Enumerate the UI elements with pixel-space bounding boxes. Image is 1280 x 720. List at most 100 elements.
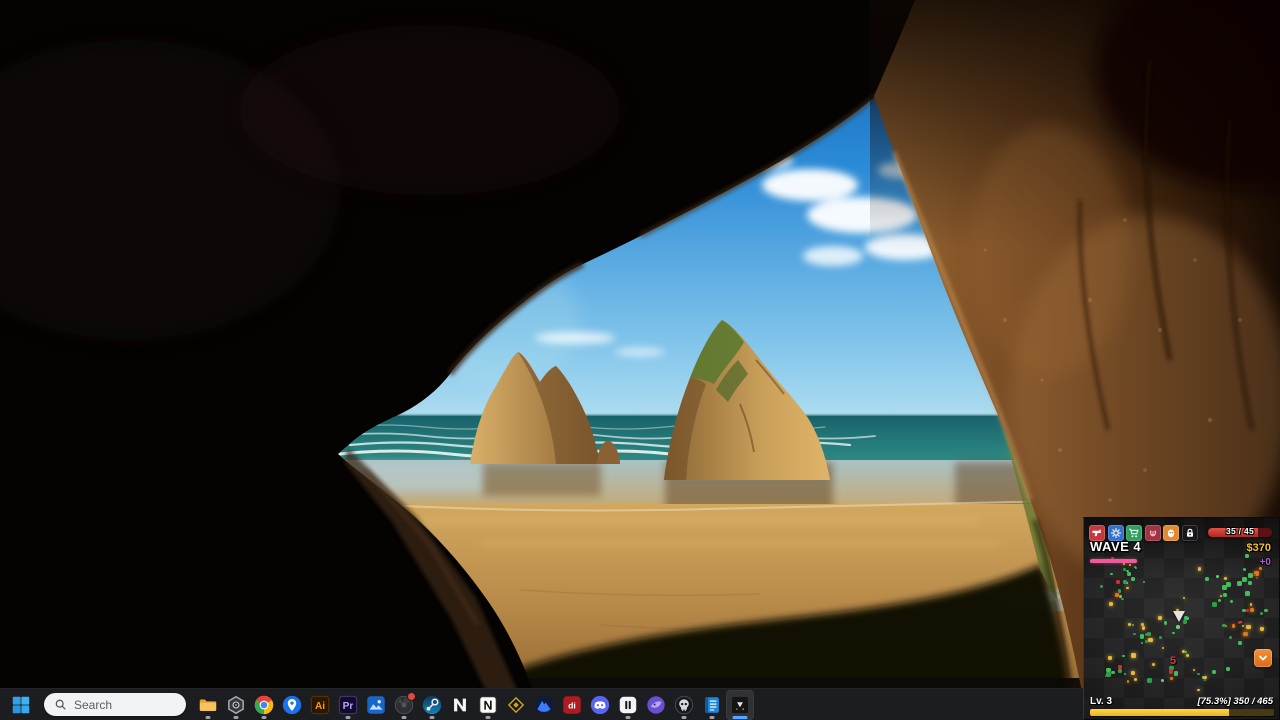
discord-icon [589,694,611,716]
running-indicator [346,716,351,719]
minimap-dot [1148,638,1153,643]
minimap-dot [1204,676,1207,679]
minimap-dot [1223,593,1227,597]
minimap-dot [1186,654,1188,656]
running-indicator [206,716,211,719]
health-value: 35 / 45 [1208,526,1272,536]
minimap-dot [1222,585,1227,590]
minimap-dot [1123,580,1128,585]
photos-app-icon [365,694,387,716]
taskbar-icon-google-maps[interactable] [278,690,306,720]
minimap-dot [1224,625,1227,628]
taskbar-icon-nordvpn[interactable] [530,690,558,720]
svg-text:Pr: Pr [343,701,354,712]
taskbar-icon-steam[interactable] [418,690,446,720]
minimap-dot [1133,633,1135,635]
taskbar-icon-premiere-pro[interactable]: Pr [334,690,362,720]
n-logo-app-icon [449,694,471,716]
minimap-dot [1197,673,1200,676]
xp-fill [1090,709,1229,716]
minimap-dot [1226,582,1231,587]
minimap-dot [1118,589,1122,593]
xp-value: [75.3%] 350 / 465 [1197,696,1273,707]
minimap-dot [1147,678,1152,683]
minimap-dot [1216,575,1219,578]
minimap-dot [1127,572,1131,576]
chevron-down-icon [1257,652,1269,664]
minimap-dot [1141,623,1144,626]
minimap-dot [1244,632,1248,636]
taskbar-icon-elevenlabs[interactable] [614,690,642,720]
start-button[interactable] [6,690,36,720]
minimap-dot [1260,627,1265,632]
minimap-dot [1131,577,1135,581]
minimap-dot [1106,668,1111,673]
svg-text:di: di [568,700,576,710]
minimap-dot [1132,624,1134,626]
minimap-dot [1253,574,1255,576]
minimap-dot [1250,603,1253,606]
minimap-dot [1170,677,1173,680]
game-overlay-window[interactable]: 35 / 45 WAVE 4 $370 +0 5 Lv. 3 [75.3%] 3… [1083,517,1280,720]
taskbar-icon-file-explorer[interactable] [194,690,222,720]
minimap-dot [1256,577,1258,579]
damage-number: 5 [1170,655,1176,667]
minimap-dot [1237,581,1242,586]
minimap-dot [1152,663,1155,666]
minimap-dot [1229,636,1232,639]
minimap-dot [1126,570,1129,573]
minimap-dot [1158,616,1162,620]
running-indicator [430,716,435,719]
running-indicator [710,716,715,719]
minimap-dot [1186,617,1188,619]
svg-text:Ai: Ai [315,701,325,712]
taskbar-icon-hexagon-app[interactable] [222,690,250,720]
minimap-dot [1243,632,1247,636]
taskbar-icon-red-di-app[interactable]: di [558,690,586,720]
google-maps-icon [281,694,303,716]
minimap-dot [1205,577,1209,581]
minimap-dot [1250,608,1254,612]
minimap-dot [1121,598,1124,601]
minimap-dot [1193,669,1196,672]
minimap-dot [1118,669,1122,673]
collapse-button[interactable] [1254,649,1272,667]
minimap-dot [1106,672,1111,677]
minimap-dot [1135,567,1138,570]
minimap-dot [1109,602,1114,607]
running-indicator [262,716,267,719]
minimap-dot [1159,636,1162,639]
minimap-dot [1124,673,1126,675]
taskbar-icon-notion[interactable] [474,690,502,720]
taskbar-icon-skull-game[interactable] [670,690,698,720]
minimap-dot [1240,621,1243,624]
taskbar-icon-n-logo-app[interactable] [446,690,474,720]
taskbar-icon-chrome[interactable] [250,690,278,720]
minimap-dot [1134,678,1138,682]
minimap-dot [1245,554,1249,558]
minimap-dot [1111,671,1115,675]
taskbar-icon-illustrator[interactable]: Ai [306,690,334,720]
minimap-dot [1245,591,1249,595]
minimap-dot [1143,581,1145,583]
minimap-dot [1131,653,1136,658]
minimap-dot [1122,655,1125,658]
notification-badge [407,692,416,701]
taskbar-icon-purple-app[interactable] [642,690,670,720]
illustrator-icon: Ai [309,694,331,716]
minimap-dot [1161,679,1164,682]
minimap-dot [1220,595,1222,597]
taskbar-icon-media-app[interactable] [390,690,418,720]
search-input[interactable]: Search [44,693,186,716]
minimap-dot [1169,669,1173,673]
minimap-dot [1128,623,1131,626]
skull-game-icon [673,694,695,716]
taskbar-icon-photos-app[interactable] [362,690,390,720]
diamond-app-icon [505,694,527,716]
taskbar-icon-discord[interactable] [586,690,614,720]
taskbar-icon-diamond-app[interactable] [502,690,530,720]
enemy-slot-icon [1145,525,1161,541]
minimap-dot [1222,624,1225,627]
taskbar-icon-survivors-game[interactable] [726,690,754,720]
taskbar-icon-notebook-app[interactable] [698,690,726,720]
